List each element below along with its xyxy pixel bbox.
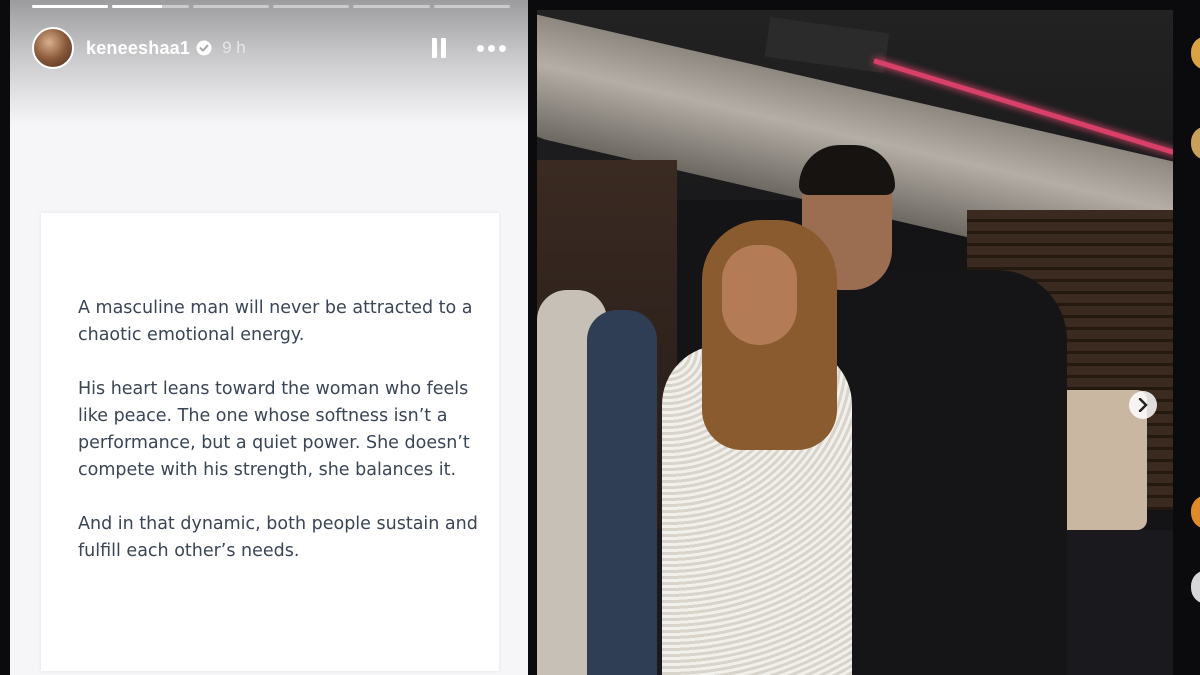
quote-text: A masculine man will never be attracted … — [78, 295, 478, 592]
progress-segment — [192, 5, 269, 8]
side-avatar-icon[interactable] — [1191, 36, 1200, 70]
quote-card: A masculine man will never be attracted … — [41, 213, 499, 671]
verified-badge-icon — [196, 40, 212, 56]
story-panel: keneeshaa1 9 h A masculine man will neve… — [10, 0, 528, 675]
background-person — [587, 310, 657, 675]
quote-paragraph: And in that dynamic, both people sustain… — [78, 514, 478, 561]
side-avatar-icon[interactable] — [1191, 495, 1200, 529]
avatar[interactable] — [32, 27, 74, 69]
post-photo[interactable] — [537, 10, 1173, 675]
side-panel — [1173, 0, 1200, 675]
woman-face — [722, 245, 797, 345]
side-avatar-icon[interactable] — [1191, 126, 1200, 160]
story-header: keneeshaa1 9 h — [32, 26, 512, 70]
pause-icon[interactable] — [432, 38, 446, 58]
man-figure — [817, 270, 1067, 675]
progress-segment — [353, 5, 430, 8]
side-avatar-icon[interactable] — [1191, 570, 1200, 604]
progress-segment — [272, 5, 350, 8]
username[interactable]: keneeshaa1 — [86, 38, 190, 59]
progress-segment — [32, 5, 109, 8]
chevron-right-icon[interactable] — [1129, 391, 1157, 419]
story-progress-bar — [32, 5, 510, 8]
progress-segment — [112, 5, 189, 8]
quote-paragraph: A masculine man will never be attracted … — [78, 298, 473, 345]
post-time: 9 h — [222, 38, 246, 57]
progress-segment — [433, 5, 510, 8]
quote-paragraph: His heart leans toward the woman who fee… — [78, 379, 470, 480]
more-options-icon[interactable] — [477, 45, 507, 53]
